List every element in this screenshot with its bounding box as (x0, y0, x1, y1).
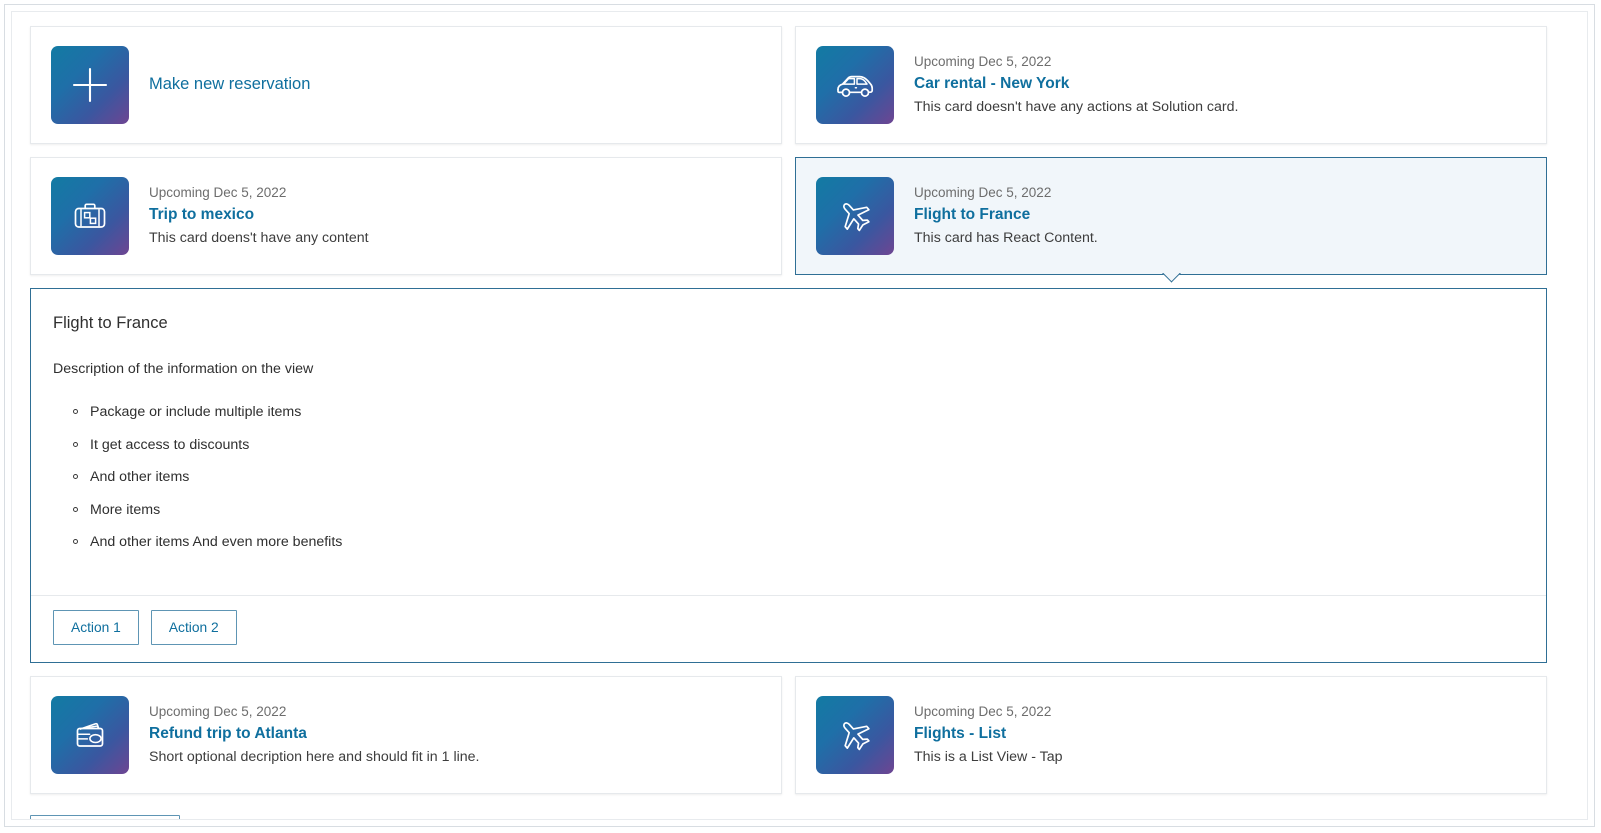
card-row-3: Upcoming Dec 5, 2022 Refund trip to Atla… (30, 676, 1577, 794)
card-description: This card has React Content. (914, 228, 1526, 249)
card-body: Upcoming Dec 5, 2022 Trip to mexico This… (149, 183, 761, 249)
card-car-rental-new-york[interactable]: Upcoming Dec 5, 2022 Car rental - New Yo… (795, 26, 1547, 144)
card-body: Make new reservation (149, 73, 761, 96)
panel-content: Flight to France Description of the info… (31, 289, 1546, 595)
card-date: Upcoming Dec 5, 2022 (914, 183, 1526, 203)
card-body: Upcoming Dec 5, 2022 Refund trip to Atla… (149, 702, 761, 768)
list-item: More items (73, 500, 1524, 521)
card-title[interactable]: Trip to mexico (149, 204, 761, 226)
its-something-else-button[interactable]: It's something else (30, 815, 180, 820)
list-item: Package or include multiple items (73, 402, 1524, 423)
card-make-new-reservation[interactable]: Make new reservation (30, 26, 782, 144)
action-1-button[interactable]: Action 1 (53, 610, 139, 645)
page-inner-frame: Make new reservation (11, 11, 1588, 820)
suitcase-icon (51, 177, 129, 255)
card-date: Upcoming Dec 5, 2022 (149, 183, 761, 203)
column-right: Upcoming Dec 5, 2022 Flights - List This… (795, 676, 1547, 794)
expanded-detail-panel: Flight to France Description of the info… (30, 288, 1547, 663)
airplane-icon (816, 696, 894, 774)
card-row-2: Upcoming Dec 5, 2022 Trip to mexico This… (30, 157, 1577, 275)
card-description: Short optional decription here and shoul… (149, 747, 761, 768)
card-body: Upcoming Dec 5, 2022 Flight to France Th… (914, 183, 1526, 249)
panel-description: Description of the information on the vi… (53, 360, 1524, 380)
card-body: Upcoming Dec 5, 2022 Car rental - New Yo… (914, 52, 1526, 118)
card-title[interactable]: Flight to France (914, 204, 1526, 226)
selected-card-caret (1160, 273, 1182, 284)
column-right: Upcoming Dec 5, 2022 Car rental - New Yo… (795, 26, 1547, 144)
column-left: Upcoming Dec 5, 2022 Refund trip to Atla… (30, 676, 782, 794)
list-item: And other items And even more benefits (73, 532, 1524, 553)
panel-benefit-list: Package or include multiple items It get… (53, 402, 1524, 553)
card-date: Upcoming Dec 5, 2022 (914, 52, 1526, 72)
card-trip-to-mexico[interactable]: Upcoming Dec 5, 2022 Trip to mexico This… (30, 157, 782, 275)
card-title[interactable]: Flights - List (914, 723, 1526, 745)
list-item: And other items (73, 467, 1524, 488)
card-row-1: Make new reservation (30, 26, 1577, 144)
footer-actions: It's something else (30, 815, 1577, 820)
make-new-reservation-link[interactable]: Make new reservation (149, 73, 761, 96)
column-left: Upcoming Dec 5, 2022 Trip to mexico This… (30, 157, 782, 275)
cards-container: Make new reservation (30, 26, 1577, 819)
column-left: Make new reservation (30, 26, 782, 144)
airplane-icon (816, 177, 894, 255)
column-right: Upcoming Dec 5, 2022 Flight to France Th… (795, 157, 1547, 275)
card-refund-trip-to-atlanta[interactable]: Upcoming Dec 5, 2022 Refund trip to Atla… (30, 676, 782, 794)
card-description: This card doesn't have any actions at So… (914, 97, 1526, 118)
car-icon (816, 46, 894, 124)
list-item: It get access to discounts (73, 435, 1524, 456)
page-frame: Make new reservation (4, 4, 1595, 827)
card-title[interactable]: Car rental - New York (914, 73, 1526, 95)
card-flight-to-france[interactable]: Upcoming Dec 5, 2022 Flight to France Th… (795, 157, 1547, 275)
plus-icon (51, 46, 129, 124)
card-date: Upcoming Dec 5, 2022 (149, 702, 761, 722)
wallet-icon (51, 696, 129, 774)
card-date: Upcoming Dec 5, 2022 (914, 702, 1526, 722)
card-description: This is a List View - Tap (914, 747, 1526, 768)
card-title[interactable]: Refund trip to Atlanta (149, 723, 761, 745)
action-2-button[interactable]: Action 2 (151, 610, 237, 645)
card-flights-list[interactable]: Upcoming Dec 5, 2022 Flights - List This… (795, 676, 1547, 794)
panel-footer: Action 1 Action 2 (31, 595, 1546, 662)
card-body: Upcoming Dec 5, 2022 Flights - List This… (914, 702, 1526, 768)
card-description: This card doens't have any content (149, 228, 761, 249)
panel-title: Flight to France (53, 312, 1524, 335)
